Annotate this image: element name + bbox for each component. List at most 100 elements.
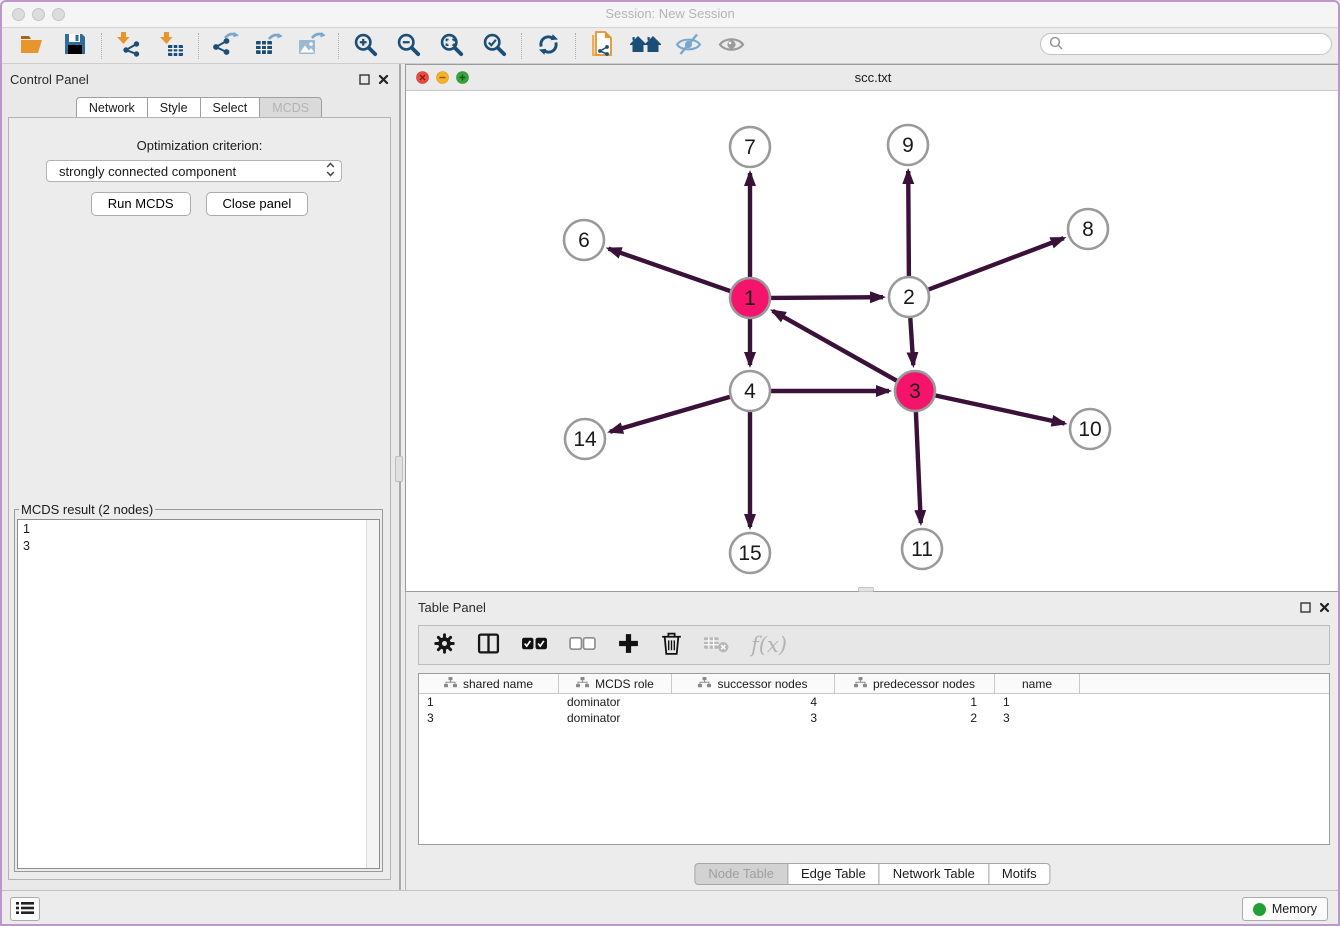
delete-column-icon bbox=[661, 631, 682, 659]
tab-edge-table[interactable]: Edge Table bbox=[787, 863, 880, 885]
close-panel-icon[interactable] bbox=[378, 73, 389, 88]
columns-button[interactable] bbox=[477, 632, 500, 658]
open-session-icon bbox=[19, 32, 45, 59]
gear-button[interactable] bbox=[433, 632, 456, 658]
export-image-icon bbox=[298, 31, 325, 60]
cell[interactable]: 3 bbox=[419, 710, 559, 726]
node-15[interactable]: 15 bbox=[730, 533, 770, 573]
export-table-button[interactable] bbox=[247, 31, 290, 61]
cell[interactable]: 1 bbox=[835, 694, 995, 710]
node-2[interactable]: 2 bbox=[889, 277, 929, 317]
node-14[interactable]: 14 bbox=[565, 419, 605, 459]
node-6[interactable]: 6 bbox=[564, 220, 604, 260]
save-session-button[interactable] bbox=[53, 31, 96, 61]
node-label: 1 bbox=[744, 287, 756, 310]
zoom-out-button[interactable] bbox=[387, 31, 430, 61]
table-row[interactable]: 1dominator411 bbox=[419, 694, 1329, 710]
columns-icon bbox=[477, 632, 500, 658]
result-scrollbar[interactable] bbox=[366, 520, 379, 868]
first-neighbors-button[interactable] bbox=[624, 31, 667, 61]
node-table: shared nameMCDS rolesuccessor nodesprede… bbox=[418, 673, 1330, 845]
column-header-predecessor-nodes[interactable]: predecessor nodes bbox=[835, 674, 995, 693]
add-column-button[interactable] bbox=[617, 632, 640, 658]
deselect-all-button[interactable] bbox=[569, 635, 596, 655]
tab-network-table[interactable]: Network Table bbox=[879, 863, 989, 885]
cell[interactable]: 1 bbox=[995, 694, 1080, 710]
mcds-panel-body: Optimization criterion: strongly connect… bbox=[8, 117, 391, 880]
import-network-button[interactable] bbox=[107, 31, 150, 61]
column-header-MCDS-role[interactable]: MCDS role bbox=[559, 674, 672, 693]
edge-4-14[interactable] bbox=[610, 397, 730, 432]
node-9[interactable]: 9 bbox=[888, 125, 928, 165]
edge-2-3[interactable] bbox=[910, 318, 913, 365]
tab-motifs[interactable]: Motifs bbox=[988, 863, 1051, 885]
optimization-criterion-dropdown[interactable]: strongly connected component bbox=[46, 160, 342, 182]
zoom-selected-button[interactable] bbox=[473, 31, 516, 61]
vertical-splitter-handle[interactable] bbox=[395, 456, 403, 482]
birds-eye-view-button[interactable] bbox=[710, 31, 753, 61]
memory-button[interactable]: Memory bbox=[1242, 897, 1328, 921]
result-line: 3 bbox=[23, 538, 360, 555]
run-mcds-button[interactable]: Run MCDS bbox=[91, 192, 191, 216]
close-panel-button[interactable]: Close panel bbox=[206, 192, 309, 216]
edge-3-10[interactable] bbox=[936, 396, 1065, 424]
open-session-button[interactable] bbox=[10, 31, 53, 61]
import-table-icon bbox=[160, 31, 184, 60]
zoom-in-button[interactable] bbox=[344, 31, 387, 61]
cell[interactable]: 3 bbox=[995, 710, 1080, 726]
cell[interactable]: dominator bbox=[559, 710, 672, 726]
edge-1-2[interactable] bbox=[771, 297, 883, 298]
toolbar-separator bbox=[198, 33, 199, 59]
new-network-from-selection-button[interactable] bbox=[581, 31, 624, 61]
edge-1-6[interactable] bbox=[609, 249, 731, 292]
graphics-details-button[interactable] bbox=[667, 31, 710, 61]
export-network-button[interactable] bbox=[204, 31, 247, 61]
task-list-icon bbox=[16, 901, 34, 918]
cell[interactable]: 2 bbox=[835, 710, 995, 726]
refresh-layout-button[interactable] bbox=[527, 31, 570, 61]
export-image-button[interactable] bbox=[290, 31, 333, 61]
hierarchy-icon bbox=[698, 677, 711, 691]
search-box[interactable] bbox=[1040, 33, 1332, 55]
hierarchy-icon bbox=[444, 677, 457, 691]
network-window-titlebar[interactable]: scc.txt bbox=[406, 65, 1340, 91]
column-header-shared-name[interactable]: shared name bbox=[419, 674, 559, 693]
node-4[interactable]: 4 bbox=[730, 371, 770, 411]
edge-3-1[interactable] bbox=[773, 311, 897, 381]
import-table-button[interactable] bbox=[150, 31, 193, 61]
tab-node-table[interactable]: Node Table bbox=[694, 863, 788, 885]
horizontal-splitter-handle[interactable] bbox=[858, 587, 874, 592]
cell[interactable]: 3 bbox=[672, 710, 835, 726]
node-8[interactable]: 8 bbox=[1068, 209, 1108, 249]
network-canvas[interactable]: 7 9 6 8 1 2 4 3 14 10 15 11 bbox=[406, 91, 1340, 593]
edge-3-11[interactable] bbox=[916, 412, 921, 523]
select-all-button[interactable] bbox=[521, 635, 548, 655]
search-input[interactable] bbox=[1068, 37, 1323, 51]
edge-2-9[interactable] bbox=[908, 171, 909, 276]
node-11[interactable]: 11 bbox=[902, 529, 942, 569]
delete-column-button[interactable] bbox=[661, 631, 682, 659]
float-table-panel-icon[interactable] bbox=[1300, 601, 1311, 616]
column-header-name[interactable]: name bbox=[995, 674, 1080, 693]
node-3[interactable]: 3 bbox=[895, 371, 935, 411]
zoom-in-icon bbox=[353, 32, 378, 60]
zoom-fit-button[interactable] bbox=[430, 31, 473, 61]
application-window: Session: New Session Control Panel Netwo… bbox=[0, 0, 1340, 926]
close-table-panel-icon[interactable] bbox=[1319, 601, 1330, 616]
node-10[interactable]: 10 bbox=[1070, 409, 1110, 449]
edge-2-8[interactable] bbox=[929, 238, 1064, 289]
node-7[interactable]: 7 bbox=[730, 127, 770, 167]
column-header-successor-nodes[interactable]: successor nodes bbox=[672, 674, 835, 693]
task-history-button[interactable] bbox=[10, 897, 40, 921]
memory-label: Memory bbox=[1272, 902, 1317, 916]
float-panel-icon[interactable] bbox=[359, 73, 370, 88]
hierarchy-icon bbox=[854, 677, 867, 691]
node-1[interactable]: 1 bbox=[730, 278, 770, 318]
mcds-result-group: MCDS result (2 nodes) 13 bbox=[14, 502, 383, 872]
hierarchy-icon bbox=[576, 677, 589, 691]
delete-table-button bbox=[703, 633, 730, 657]
cell[interactable]: dominator bbox=[559, 694, 672, 710]
cell[interactable]: 1 bbox=[419, 694, 559, 710]
cell[interactable]: 4 bbox=[672, 694, 835, 710]
table-row[interactable]: 3dominator323 bbox=[419, 710, 1329, 726]
